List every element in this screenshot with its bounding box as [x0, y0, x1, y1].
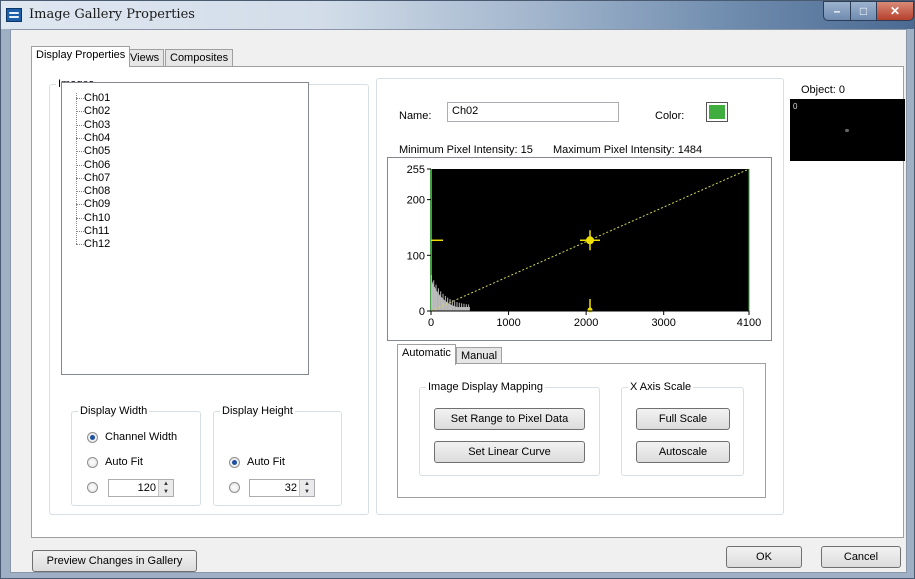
- channel-tree[interactable]: Ch01 Ch02 Ch03 Ch04 Ch05 Ch06 Ch07 Ch08 Ch09 Ch10…: [61, 82, 309, 375]
- window-title: Image Gallery Properties: [29, 7, 195, 22]
- tree-connector: [76, 124, 84, 126]
- minimize-icon: –: [833, 4, 841, 18]
- tab-display-properties[interactable]: Display Properties: [31, 46, 131, 67]
- tree-connector: [76, 137, 84, 139]
- tree-item-ch03[interactable]: Ch03: [84, 119, 110, 131]
- object-label: Object: 0: [801, 84, 846, 96]
- tab-automatic[interactable]: Automatic: [397, 344, 456, 365]
- width-stepper-arrows[interactable]: ▲ ▼: [158, 480, 173, 496]
- mapping-chart-frame: 0 1000 2000 3000 4100 0 100 200 255: [387, 157, 772, 341]
- tree-item-ch02[interactable]: Ch02: [84, 105, 110, 117]
- image-display-mapping-legend: Image Display Mapping: [428, 381, 543, 393]
- dialog-window: Image Gallery Properties – □ ✕ Display P…: [0, 0, 915, 579]
- tree-item-ch06[interactable]: Ch06: [84, 159, 110, 171]
- control-point: [586, 236, 594, 245]
- height-auto-fit-radio[interactable]: [229, 457, 240, 468]
- down-arrow-icon: ▼: [304, 489, 310, 495]
- display-height-legend: Display Height: [222, 405, 293, 417]
- preview-changes-button[interactable]: Preview Changes in Gallery: [32, 550, 197, 572]
- tree-item-ch09[interactable]: Ch09: [84, 198, 110, 210]
- color-label: Color:: [655, 110, 685, 122]
- tree-connector: [76, 177, 84, 179]
- y-tick-label: 200: [407, 195, 425, 207]
- tree-item-ch05[interactable]: Ch05: [84, 145, 110, 157]
- set-range-button[interactable]: Set Range to Pixel Data: [434, 408, 585, 430]
- channel-width-label: Channel Width: [105, 431, 178, 443]
- x-axis-scale-legend: X Axis Scale: [630, 381, 692, 393]
- ok-button[interactable]: OK: [726, 546, 802, 568]
- cancel-button[interactable]: Cancel: [821, 546, 901, 568]
- name-label: Name:: [399, 110, 432, 122]
- x-tick-label: 2000: [574, 317, 598, 329]
- width-auto-fit-label: Auto Fit: [105, 456, 143, 468]
- color-swatch-button[interactable]: [706, 102, 728, 122]
- tree-connector: [76, 98, 84, 99]
- down-arrow-icon: ▼: [163, 489, 169, 495]
- x-tick-label: 3000: [651, 317, 675, 329]
- tree-item-ch11[interactable]: Ch11: [84, 225, 109, 237]
- tree-connector: [76, 204, 84, 206]
- object-preview-image[interactable]: 0: [790, 99, 905, 161]
- width-value: 120: [137, 482, 156, 494]
- maximize-button[interactable]: □: [850, 1, 877, 21]
- set-linear-curve-button[interactable]: Set Linear Curve: [434, 441, 585, 463]
- tree-item-ch07[interactable]: Ch07: [84, 172, 110, 184]
- full-scale-button[interactable]: Full Scale: [636, 408, 730, 430]
- app-icon: [6, 8, 22, 22]
- tree-connector: [76, 164, 84, 166]
- x-tick-label: 0: [428, 317, 434, 329]
- tree-connector: [76, 244, 84, 246]
- tree-item-ch01[interactable]: Ch01: [84, 92, 110, 104]
- height-auto-fit-label: Auto Fit: [247, 456, 285, 468]
- width-stepper[interactable]: 120 ▲ ▼: [108, 479, 174, 497]
- x-axis-marker-dot: [587, 307, 593, 313]
- tab-composites[interactable]: Composites: [165, 49, 234, 67]
- height-value: 32: [284, 482, 297, 494]
- y-tick-label: 255: [407, 164, 425, 176]
- mapping-chart[interactable]: 0 1000 2000 3000 4100 0 100 200 255: [388, 158, 773, 342]
- channel-width-radio[interactable]: [87, 432, 98, 443]
- tree-item-ch12[interactable]: Ch12: [84, 238, 110, 250]
- minimize-button[interactable]: –: [823, 1, 851, 21]
- tree-item-ch04[interactable]: Ch04: [84, 132, 110, 144]
- tree-item-ch08[interactable]: Ch08: [84, 185, 110, 197]
- tab-views[interactable]: Views: [125, 49, 165, 67]
- name-input[interactable]: Ch02: [447, 102, 619, 122]
- up-arrow-icon: ▲: [304, 481, 310, 487]
- tree-connector: [76, 191, 84, 193]
- tree-item-ch10[interactable]: Ch10: [84, 212, 110, 224]
- tree-connector: [76, 93, 77, 245]
- preview-object-blob: [845, 129, 849, 132]
- tree-connector: [76, 231, 84, 232]
- preview-index: 0: [793, 102, 798, 111]
- close-button[interactable]: ✕: [876, 1, 914, 21]
- y-tick-label: 0: [419, 306, 425, 318]
- height-stepper-arrows[interactable]: ▲ ▼: [299, 480, 314, 496]
- x-tick-label: 4100: [737, 317, 761, 329]
- display-width-legend: Display Width: [80, 405, 148, 417]
- y-tick-label: 100: [407, 250, 425, 262]
- up-arrow-icon: ▲: [163, 481, 169, 487]
- maximize-icon: □: [859, 4, 868, 18]
- min-intensity-label: Minimum Pixel Intensity: 15: [399, 144, 533, 156]
- max-intensity-label: Maximum Pixel Intensity: 1484: [553, 144, 703, 156]
- width-custom-radio[interactable]: [87, 482, 98, 493]
- close-icon: ✕: [889, 4, 901, 18]
- tree-connector: [76, 151, 84, 153]
- tree-connector: [76, 111, 84, 113]
- tree-connector: [76, 217, 84, 219]
- height-custom-radio[interactable]: [229, 482, 240, 493]
- width-auto-fit-radio[interactable]: [87, 457, 98, 468]
- title-bar[interactable]: Image Gallery Properties – □ ✕: [1, 1, 914, 29]
- autoscale-button[interactable]: Autoscale: [636, 441, 730, 463]
- x-tick-label: 1000: [496, 317, 520, 329]
- height-stepper[interactable]: 32 ▲ ▼: [249, 479, 315, 497]
